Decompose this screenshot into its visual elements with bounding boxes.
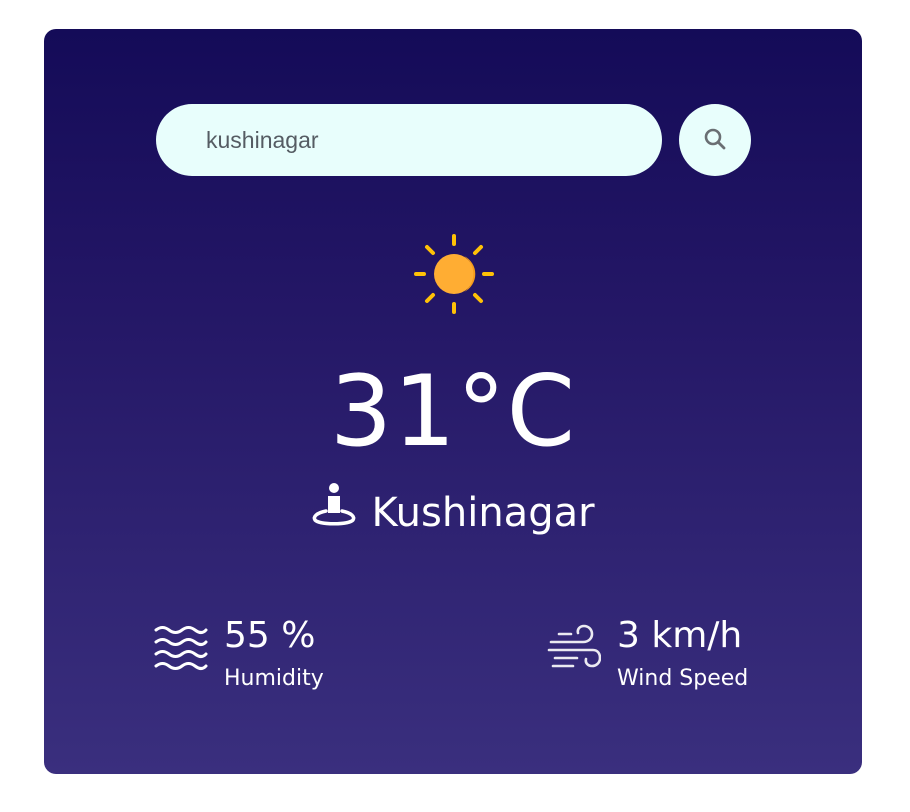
humidity-label: Humidity <box>224 666 324 691</box>
temperature: 31°C <box>329 355 577 469</box>
search-button[interactable] <box>679 104 751 176</box>
humidity-waves-icon <box>154 624 208 680</box>
search-bar <box>156 104 751 176</box>
search-icon <box>703 127 727 154</box>
location: Kushinagar <box>44 481 862 545</box>
wind-icon <box>547 624 602 680</box>
weather-card: 31°C Kushinagar <box>44 29 862 774</box>
search-input[interactable] <box>156 104 662 176</box>
humidity-stat: 55 % Humidity <box>154 614 324 694</box>
humidity-value: 55 % <box>224 615 316 656</box>
city-name: Kushinagar <box>371 490 595 536</box>
wind-label: Wind Speed <box>617 666 749 691</box>
location-pin-person-icon <box>311 481 357 545</box>
sun-icon <box>412 232 496 316</box>
wind-stat: 3 km/h Wind Speed <box>547 614 748 694</box>
wind-value: 3 km/h <box>617 615 743 656</box>
